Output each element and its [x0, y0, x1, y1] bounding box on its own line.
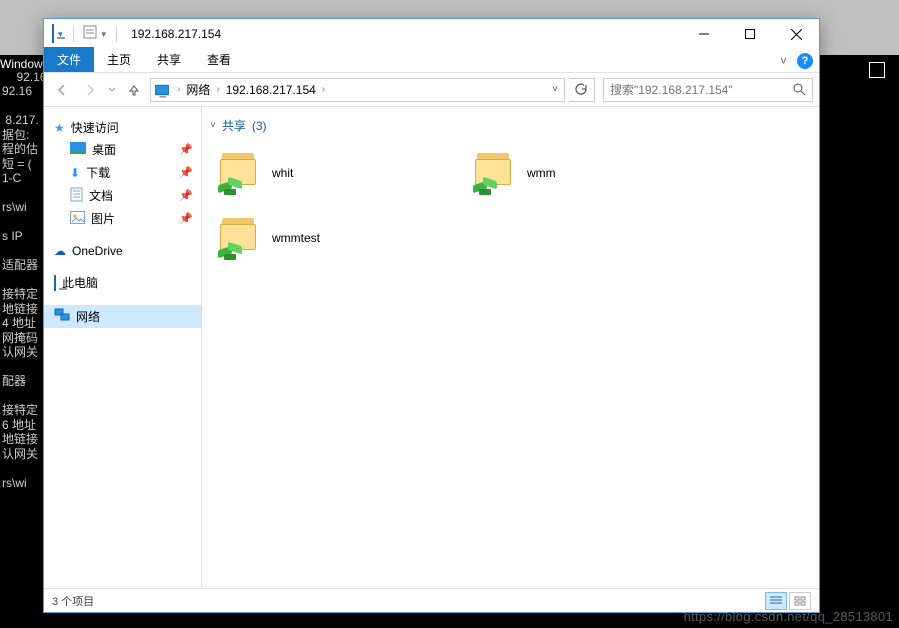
thispc-icon: [54, 276, 56, 290]
chevron-right-icon[interactable]: ›: [318, 84, 329, 95]
share-item[interactable]: whit: [210, 140, 465, 205]
terminal-text: 92.16 92.16 8.217. 据包: 程的估 短 = ( 1-C rs\…: [2, 70, 46, 490]
close-button[interactable]: [773, 19, 819, 49]
sidebar-item-label: 网络: [76, 308, 100, 325]
sidebar-item-label: 此电脑: [62, 274, 98, 291]
navigation-bar: › 网络 › 192.168.217.154 › ˅: [44, 73, 819, 107]
sidebar-quick-access[interactable]: ★ 快速访问: [44, 117, 201, 138]
search-input[interactable]: [604, 83, 786, 97]
sidebar-item-downloads[interactable]: ⬇ 下载 📌: [44, 161, 201, 184]
group-label: 共享: [222, 117, 246, 134]
separator: [73, 26, 74, 42]
share-folder-icon: [214, 214, 262, 262]
star-icon: ★: [54, 121, 65, 135]
sidebar-network[interactable]: 网络: [44, 305, 201, 328]
address-location-icon: [151, 84, 173, 96]
ribbon-tab-home[interactable]: 主页: [94, 47, 144, 72]
chevron-down-icon[interactable]: ˅: [210, 120, 216, 131]
sidebar-item-desktop[interactable]: 桌面 📌: [44, 138, 201, 161]
address-bar[interactable]: › 网络 › 192.168.217.154 › ˅: [150, 78, 565, 102]
document-icon: [70, 187, 83, 205]
sidebar-item-label: 图片: [91, 210, 115, 227]
file-explorer-window: ▾ ▾ 192.168.217.154 文件 主页 共享 查看 ˅ ?: [43, 18, 820, 613]
cloud-icon: ☁: [54, 244, 66, 258]
titlebar[interactable]: ▾ ▾ 192.168.217.154: [44, 19, 819, 49]
sidebar-item-pictures[interactable]: 图片 📌: [44, 207, 201, 230]
nav-recent-dropdown[interactable]: [106, 78, 118, 102]
group-count: (3): [252, 119, 267, 133]
thispc-icon[interactable]: [52, 25, 54, 43]
nav-back-button[interactable]: [50, 78, 74, 102]
sidebar-this-pc[interactable]: 此电脑: [44, 272, 201, 293]
search-icon[interactable]: [786, 83, 812, 96]
ribbon-tab-share[interactable]: 共享: [144, 47, 194, 72]
ribbon-tab-file[interactable]: 文件: [44, 47, 94, 72]
search-box[interactable]: [603, 78, 813, 102]
separator: [116, 26, 117, 42]
pin-icon: 📌: [179, 143, 193, 156]
share-folder-icon: [469, 149, 517, 197]
sidebar-item-label: 文档: [89, 187, 113, 204]
window-title: 192.168.217.154: [123, 27, 221, 41]
sidebar-item-documents[interactable]: 文档 📌: [44, 184, 201, 207]
breadcrumb-network[interactable]: 网络: [184, 81, 212, 98]
view-details-button[interactable]: [765, 592, 787, 610]
share-item[interactable]: wmm: [465, 140, 720, 205]
help-icon[interactable]: ?: [797, 53, 813, 69]
breadcrumb-host[interactable]: 192.168.217.154: [224, 83, 318, 97]
sidebar-item-label: 快速访问: [71, 119, 119, 136]
desktop-icon: [70, 142, 86, 157]
watermark: https://blog.csdn.net/qq_28513801: [684, 609, 893, 624]
nav-up-button[interactable]: [122, 78, 146, 102]
sidebar-item-label: 下载: [86, 164, 110, 181]
properties-icon[interactable]: [82, 24, 98, 45]
picture-icon: [70, 211, 85, 227]
status-item-count: 3 个项目: [52, 593, 94, 609]
refresh-button[interactable]: [569, 78, 595, 102]
sidebar-item-label: OneDrive: [72, 244, 123, 258]
pin-icon: 📌: [179, 189, 193, 202]
pin-icon: 📌: [179, 166, 193, 179]
download-icon: ⬇: [70, 166, 80, 180]
view-large-icons-button[interactable]: [789, 592, 811, 610]
ribbon-expand-icon[interactable]: ˅: [780, 54, 787, 68]
item-label: wmm: [527, 166, 556, 180]
quick-access-toolbar: ▾ ▾: [44, 24, 123, 45]
qat-customize-icon[interactable]: ▾: [100, 29, 109, 40]
sidebar-item-label: 桌面: [92, 141, 116, 158]
sidebar-onedrive[interactable]: ☁ OneDrive: [44, 242, 201, 260]
share-folder-icon: [214, 149, 262, 197]
nav-forward-button[interactable]: [78, 78, 102, 102]
pin-icon: 📌: [179, 212, 193, 225]
item-label: wmmtest: [272, 231, 320, 245]
chevron-right-icon[interactable]: ›: [212, 84, 223, 95]
group-header-shares[interactable]: ˅ 共享 (3): [210, 117, 811, 134]
chevron-right-icon[interactable]: ›: [173, 84, 184, 95]
navigation-pane: ★ 快速访问 桌面 📌 ⬇ 下载 📌 文档 📌 图片 📌: [44, 107, 202, 588]
maximize-button[interactable]: [727, 19, 773, 49]
background-window-title: Window: [0, 57, 43, 71]
ribbon-tab-view[interactable]: 查看: [194, 47, 244, 72]
minimize-button[interactable]: [681, 19, 727, 49]
network-icon: [54, 308, 70, 325]
address-dropdown-icon[interactable]: ˅: [546, 84, 564, 95]
content-pane[interactable]: ˅ 共享 (3) whit wmm: [202, 107, 819, 588]
background-maximize-button[interactable]: [869, 62, 885, 78]
share-item[interactable]: wmmtest: [210, 205, 465, 270]
ribbon: 文件 主页 共享 查看 ˅ ?: [44, 49, 819, 73]
item-label: whit: [272, 166, 293, 180]
